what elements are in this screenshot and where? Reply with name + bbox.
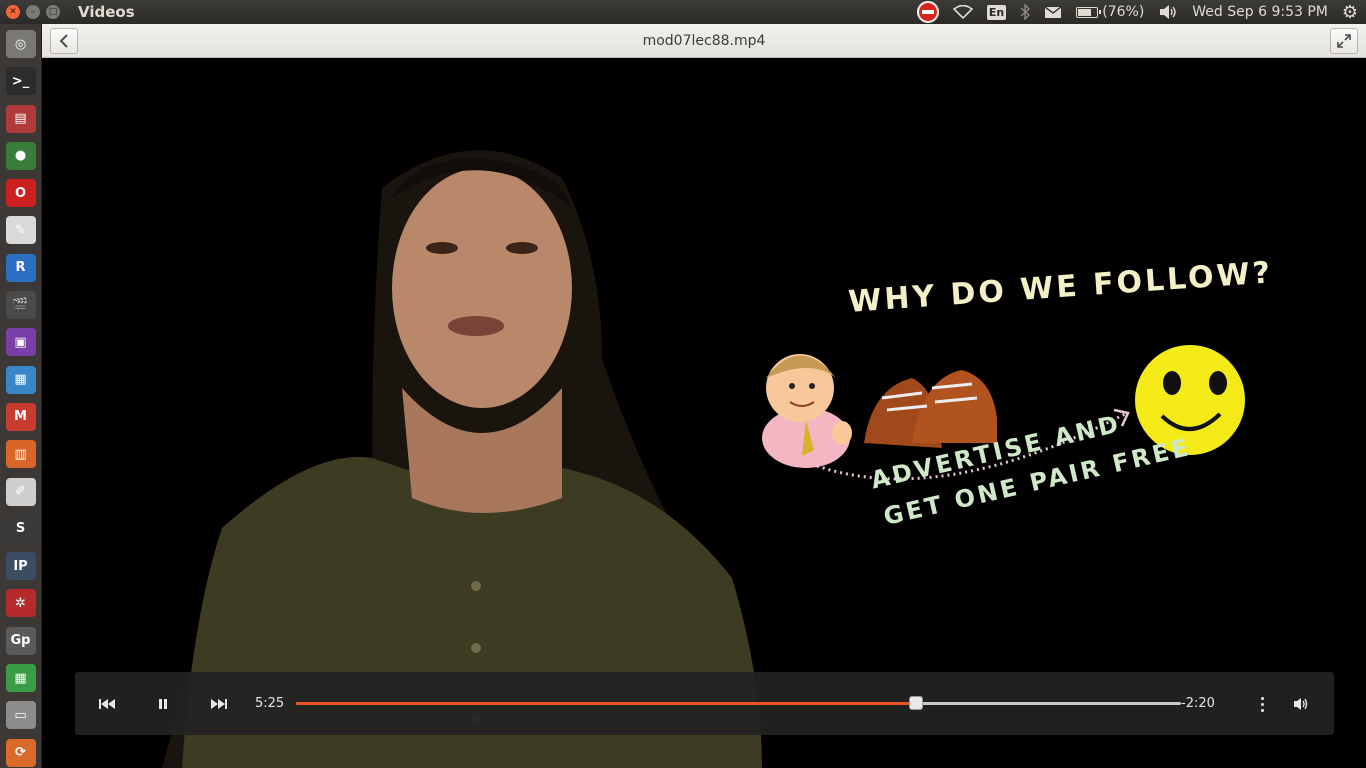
videos-icon[interactable]: 🎬	[5, 291, 36, 320]
chevron-left-icon	[59, 34, 68, 48]
fullscreen-icon	[1337, 34, 1351, 48]
opera-icon[interactable]: O	[5, 179, 36, 208]
dash-home-icon[interactable]: ◎	[5, 30, 36, 58]
skip-next-icon	[211, 699, 227, 709]
settings-icon[interactable]: ✲	[5, 589, 36, 618]
gmail-icon[interactable]: M	[5, 402, 36, 431]
drive-icon[interactable]: ▭	[5, 701, 36, 730]
back-button[interactable]	[50, 28, 78, 54]
launcher: ◎>_▤●O✎R🎬▣▦M▥✐SIP✲Gp▦▭⟳▤	[0, 24, 42, 768]
volume-icon	[1294, 698, 1308, 710]
smiley-face-icon	[1135, 345, 1245, 455]
file-archive-icon[interactable]: ▤	[5, 104, 36, 133]
elapsed-time: 5:25	[255, 696, 285, 711]
mail-icon[interactable]	[1044, 5, 1062, 19]
pause-icon	[159, 699, 167, 709]
skip-previous-icon	[99, 699, 115, 709]
close-window-button[interactable]: ✕	[6, 5, 20, 19]
pause-button[interactable]	[151, 692, 175, 716]
seek-bar-progress	[296, 702, 916, 705]
maximize-window-button[interactable]: □	[46, 5, 60, 19]
cartoon-man-icon	[762, 354, 852, 468]
shoes-icon	[864, 370, 997, 448]
wifi-icon[interactable]	[952, 5, 973, 19]
fullscreen-button[interactable]	[1330, 28, 1358, 54]
window-controls: ✕ – □	[6, 5, 60, 19]
ipython-icon[interactable]: IP	[5, 552, 36, 581]
document-viewer-icon[interactable]: ✎	[5, 216, 36, 245]
video-file-title: mod07lec88.mp4	[642, 32, 766, 49]
seek-bar[interactable]	[296, 696, 1181, 710]
bluetooth-icon[interactable]	[1020, 4, 1031, 20]
volume-icon[interactable]	[1158, 4, 1178, 20]
remaining-time: -2:20	[1181, 696, 1215, 711]
next-button[interactable]	[207, 692, 231, 716]
terminal-icon[interactable]: >_	[5, 67, 36, 96]
impress-icon[interactable]: ▥	[5, 440, 36, 469]
r-language-icon[interactable]: R	[5, 253, 36, 282]
app-title: Videos	[78, 3, 135, 21]
more-options-button[interactable]	[1250, 692, 1274, 716]
video-frame	[162, 150, 1245, 768]
video-canvas[interactable]: WHY DO WE FOLLOW? ADVERTISE AND GET ONE …	[42, 58, 1366, 768]
battery-icon	[1076, 6, 1102, 18]
text-editor-icon[interactable]: ✐	[5, 477, 36, 506]
player-controls: 5:25 -2:20	[75, 672, 1334, 735]
indicator-area: En (76%) Wed Sep 6 9:53 PM ⚙	[916, 0, 1366, 24]
clock[interactable]: Wed Sep 6 9:53 PM	[1192, 4, 1328, 20]
media-player-icon[interactable]: ▣	[5, 328, 36, 357]
chrome-icon[interactable]: ●	[5, 141, 36, 170]
header-bar: mod07lec88.mp4	[42, 24, 1366, 58]
previous-button[interactable]	[95, 692, 119, 716]
battery-indicator[interactable]: (76%)	[1076, 4, 1144, 20]
sublime-text-icon[interactable]: S	[5, 514, 36, 543]
seek-bar-handle[interactable]	[908, 696, 923, 710]
no-entry-indicator-icon[interactable]	[916, 1, 939, 23]
calc-icon[interactable]: ▦	[5, 664, 36, 693]
geogebra-icon[interactable]: Gp	[5, 626, 36, 655]
volume-button[interactable]	[1289, 692, 1313, 716]
minimize-window-button[interactable]: –	[26, 5, 40, 19]
software-updater-icon[interactable]: ⟳	[5, 738, 36, 767]
system-settings-icon[interactable]: ⚙	[1342, 2, 1358, 23]
battery-percent: (76%)	[1102, 4, 1145, 20]
writer-icon[interactable]: ▦	[5, 365, 36, 394]
keyboard-layout-indicator[interactable]: En	[986, 4, 1007, 20]
top-panel: ✕ – □ Videos En (76%) Wed Sep 6 9:53 PM …	[0, 0, 1366, 24]
